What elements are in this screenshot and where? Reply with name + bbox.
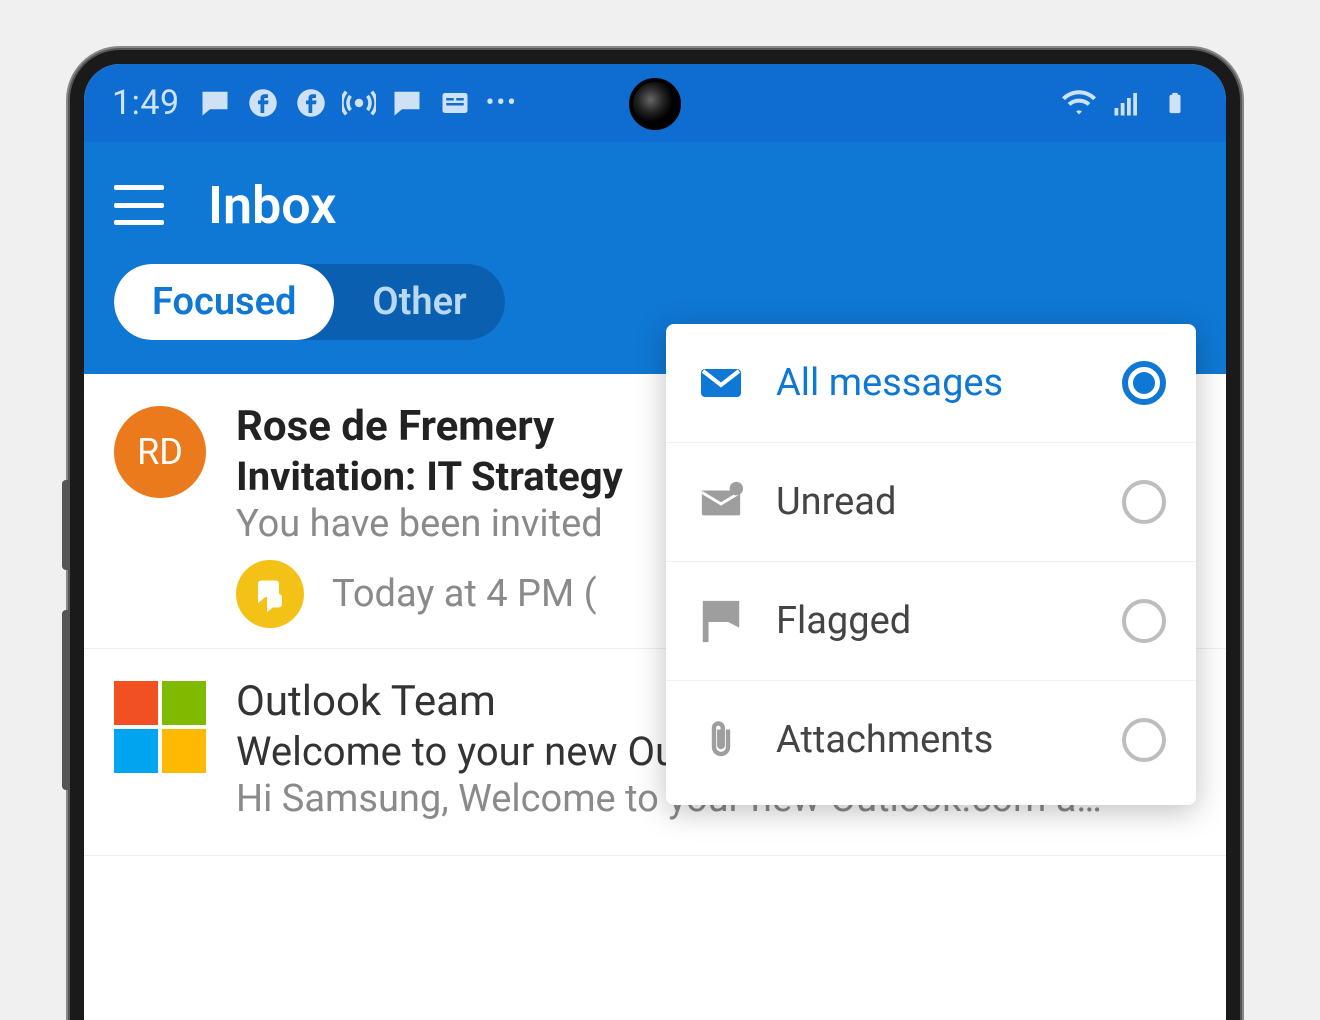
radio-unselected-icon	[1122, 718, 1166, 762]
filter-all-messages[interactable]: All messages	[666, 324, 1196, 443]
phone-side-button	[62, 610, 70, 790]
news-icon	[438, 86, 472, 120]
menu-button[interactable]	[114, 185, 164, 225]
hotspot-icon	[342, 86, 376, 120]
page-title: Inbox	[208, 175, 336, 236]
radio-unselected-icon	[1122, 599, 1166, 643]
microsoft-logo-icon	[114, 681, 206, 773]
chat-icon	[198, 86, 232, 120]
screen: 1:49 •••	[84, 64, 1226, 1020]
mail-icon	[696, 358, 746, 408]
message-icon	[390, 86, 424, 120]
attachment-icon	[696, 715, 746, 765]
filter-label: All messages	[776, 361, 1092, 405]
facebook-icon	[294, 86, 328, 120]
signal-icon	[1110, 86, 1144, 120]
facebook-icon	[246, 86, 280, 120]
tab-focused[interactable]: Focused	[114, 264, 334, 340]
flag-icon	[696, 596, 746, 646]
phone-camera	[629, 78, 681, 130]
phone-side-button	[62, 480, 70, 570]
radio-unselected-icon	[1122, 480, 1166, 524]
wifi-icon	[1062, 86, 1096, 120]
filter-flagged[interactable]: Flagged	[666, 562, 1196, 681]
radio-selected-icon	[1122, 361, 1166, 405]
status-left: 1:49 •••	[112, 83, 518, 123]
meeting-chat-icon	[236, 560, 304, 628]
tab-other[interactable]: Other	[334, 264, 504, 340]
phone-frame: 1:49 •••	[70, 50, 1240, 1020]
filter-menu: All messages Unread Flagged	[666, 324, 1196, 805]
status-time: 1:49	[112, 83, 180, 123]
battery-icon	[1158, 86, 1192, 120]
filter-label: Unread	[776, 480, 1092, 524]
status-right	[1062, 86, 1192, 120]
avatar: RD	[114, 406, 206, 498]
unread-mail-icon	[696, 477, 746, 527]
status-more-icon: •••	[486, 88, 518, 118]
filter-label: Flagged	[776, 599, 1092, 643]
filter-label: Attachments	[776, 718, 1092, 762]
filter-unread[interactable]: Unread	[666, 443, 1196, 562]
filter-attachments[interactable]: Attachments	[666, 681, 1196, 799]
meeting-time: Today at 4 PM (	[332, 572, 597, 616]
